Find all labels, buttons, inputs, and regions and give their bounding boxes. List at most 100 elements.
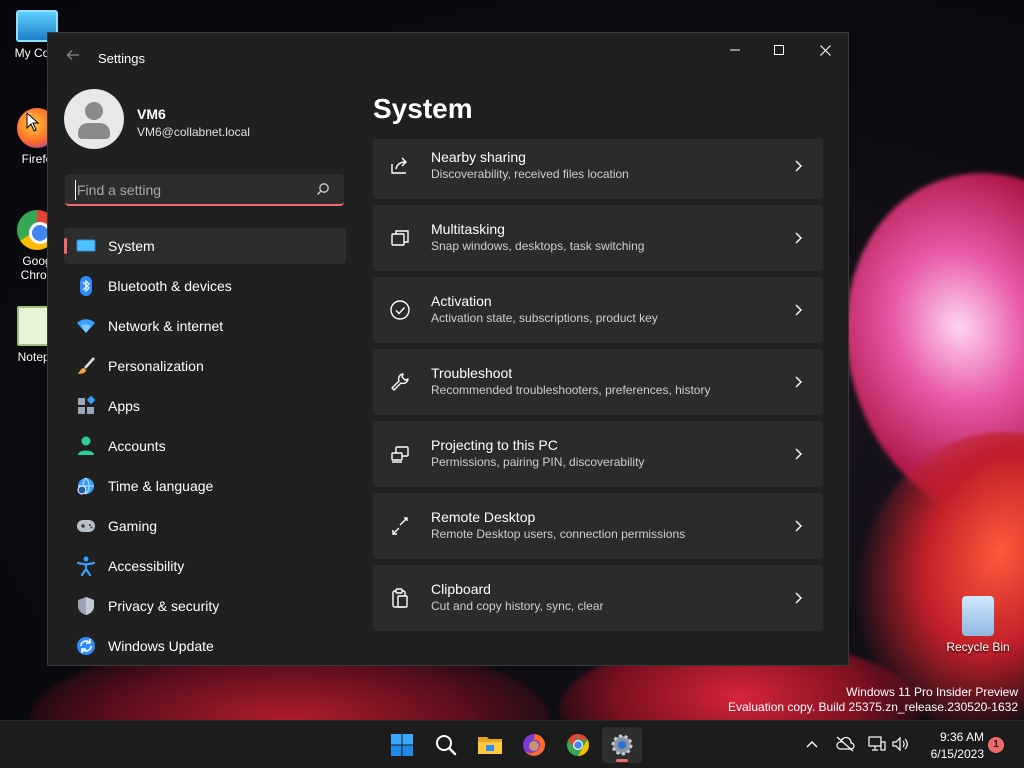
volume-tray-button[interactable] [889,733,911,755]
sidebar-item-gaming[interactable]: Gaming [64,508,346,544]
chevron-right-icon [795,520,802,532]
search-icon [436,735,457,756]
page-title: System [373,93,473,124]
user-name: VM6 [137,106,166,122]
card-subtitle: Remote Desktop users, connection permiss… [431,527,686,541]
gamepad-icon [76,516,96,536]
chevron-right-icon [795,448,802,460]
check-circle-icon [390,300,410,320]
projector-icon [391,446,409,463]
accessibility-icon [76,556,96,576]
cloud-offline-icon [836,736,855,752]
maximize-icon [774,45,784,55]
maximize-button[interactable] [756,35,802,65]
user-email: VM6@collabnet.local [137,125,250,139]
card-subtitle: Recommended troubleshooters, preferences… [431,383,711,397]
card-subtitle: Discoverability, received files location [431,167,629,181]
chevron-up-icon [806,741,818,748]
card-title: Troubleshoot [431,365,513,381]
shield-icon [76,596,96,616]
sidebar-item-system[interactable]: System [64,228,346,264]
card-title: Clipboard [431,581,491,597]
settings-window: Settings VM6 VM6@collabnet.local System [47,32,849,666]
card-clipboard[interactable]: Clipboard Cut and copy history, sync, cl… [373,565,823,631]
start-icon [391,734,413,756]
desktop-icon-label: Recycle Bin [946,640,1010,654]
start-button[interactable] [382,727,422,763]
chevron-right-icon [795,232,802,244]
search-box[interactable] [65,174,344,206]
avatar[interactable] [64,89,124,149]
back-arrow-icon [66,50,79,60]
sidebar-item-network[interactable]: Network & internet [64,308,346,344]
sidebar-item-accounts[interactable]: Accounts [64,428,346,464]
card-activation[interactable]: Activation Activation state, subscriptio… [373,277,823,343]
sidebar-item-privacy-security[interactable]: Privacy & security [64,588,346,624]
onedrive-tray-button[interactable] [834,733,856,755]
taskbar-search-button[interactable] [426,727,466,763]
wifi-icon [76,316,96,336]
card-projecting[interactable]: Projecting to this PC Permissions, pairi… [373,421,823,487]
window-title: Settings [98,51,145,66]
sidebar-item-label: Personalization [108,358,204,374]
avatar-head [85,102,103,120]
chevron-right-icon [795,592,802,604]
sidebar-item-label: Accounts [108,438,166,454]
card-nearby-sharing[interactable]: Nearby sharing Discoverability, received… [373,139,823,199]
notification-badge[interactable]: 1 [988,737,1004,753]
card-subtitle: Cut and copy history, sync, clear [431,599,604,613]
wrench-icon [391,373,409,391]
desktop-icon-recycle-bin[interactable]: Recycle Bin [940,596,1016,654]
card-title: Nearby sharing [431,149,526,165]
remote-desktop-icon [392,517,408,535]
search-icon[interactable] [316,182,330,196]
sidebar-item-windows-update[interactable]: Windows Update [64,628,346,664]
update-icon [76,636,96,656]
firefox-button[interactable] [514,727,554,763]
title-bar[interactable]: Settings [48,33,848,81]
network-tray-button[interactable] [866,733,888,755]
chrome-button[interactable] [558,727,598,763]
minimize-icon [730,49,740,51]
minimize-button[interactable] [712,35,758,65]
sidebar-item-time-language[interactable]: Time & language [64,468,346,504]
chevron-right-icon [795,160,802,172]
brush-icon [76,356,96,376]
card-title: Projecting to this PC [431,437,558,453]
sidebar-item-bluetooth[interactable]: Bluetooth & devices [64,268,346,304]
chevron-right-icon [795,376,802,388]
mouse-cursor [26,112,40,132]
person-icon [76,436,96,456]
evaluation-watermark: Windows 11 Pro Insider Preview Evaluatio… [728,685,1018,715]
share-icon [391,157,407,174]
card-title: Multitasking [431,221,505,237]
sidebar-item-accessibility[interactable]: Accessibility [64,548,346,584]
settings-content: Nearby sharing Discoverability, received… [373,139,823,665]
chrome-icon [567,734,589,756]
chevron-right-icon [795,304,802,316]
search-input[interactable] [75,180,305,200]
taskbar: 9:36 AM 6/15/2023 1 [0,720,1024,768]
file-explorer-icon [478,737,502,754]
close-icon [819,44,831,56]
show-hidden-icons-button[interactable] [801,733,823,755]
watermark-line: Windows 11 Pro Insider Preview [846,685,1018,699]
close-button[interactable] [802,35,848,65]
file-explorer-button[interactable] [470,727,510,763]
sidebar-item-apps[interactable]: Apps [64,388,346,424]
sidebar-item-label: System [108,238,155,254]
firefox-icon [523,734,545,756]
card-troubleshoot[interactable]: Troubleshoot Recommended troubleshooters… [373,349,823,415]
settings-taskbar-button[interactable] [602,727,642,763]
back-button[interactable] [62,47,84,69]
card-remote-desktop[interactable]: Remote Desktop Remote Desktop users, con… [373,493,823,559]
sidebar-item-label: Network & internet [108,318,224,334]
sidebar-nav: System Bluetooth & devices Network & int… [64,228,346,665]
sidebar-item-label: Accessibility [108,558,185,574]
card-multitasking[interactable]: Multitasking Snap windows, desktops, tas… [373,205,823,271]
clock-time[interactable]: 9:36 AM [930,730,984,744]
clock-date[interactable]: 6/15/2023 [922,747,984,761]
sidebar-item-label: Time & language [108,478,214,494]
clipboard-icon [392,588,408,608]
sidebar-item-personalization[interactable]: Personalization [64,348,346,384]
